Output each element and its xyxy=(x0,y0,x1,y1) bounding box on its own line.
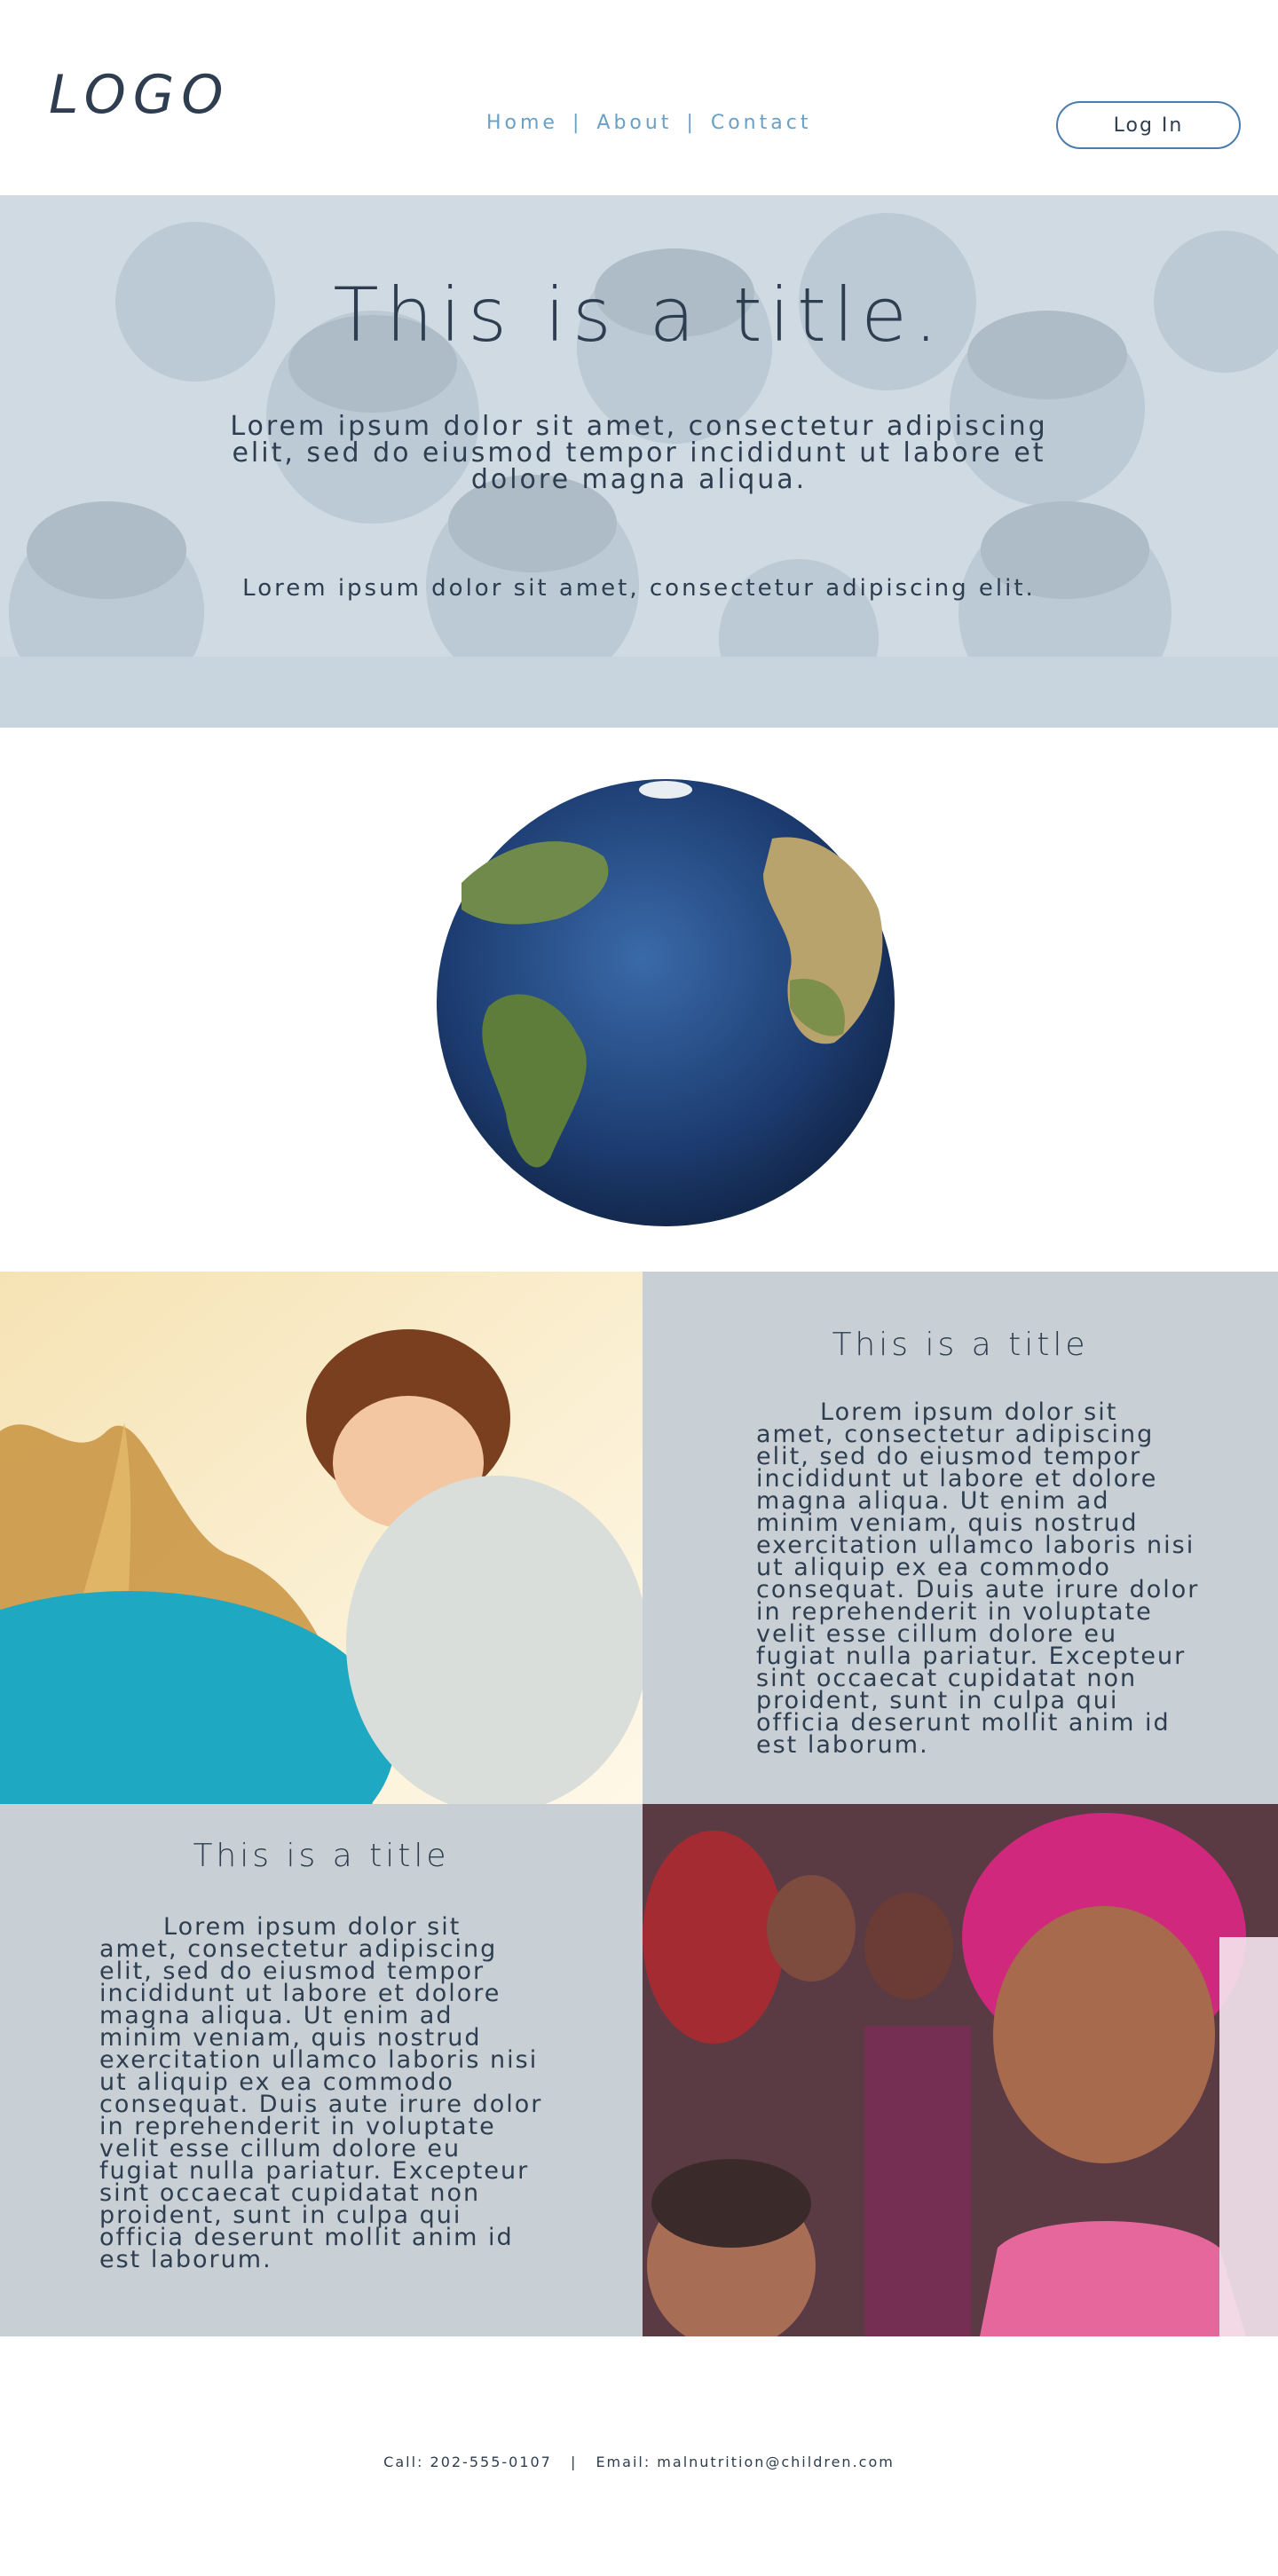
footer-email[interactable]: Email: malnutrition@children.com xyxy=(596,2454,894,2470)
feature-two-panel: This is a title Lorem ipsum dolor sit am… xyxy=(0,1804,643,2336)
nav-separator: | xyxy=(686,112,697,134)
footer-separator: | xyxy=(570,2454,578,2470)
boy-balloons-image xyxy=(0,1272,643,1804)
nav-contact-link[interactable]: Contact xyxy=(711,112,812,134)
site-footer: Call: 202-555-0107 | Email: malnutrition… xyxy=(0,2336,1278,2576)
hero-paragraph: Lorem ipsum dolor sit amet, consectetur … xyxy=(230,411,1048,495)
globe-section xyxy=(0,728,1278,1272)
logo[interactable]: LOGO xyxy=(49,64,231,126)
footer-contact: Call: 202-555-0107 | Email: malnutrition… xyxy=(0,2454,1278,2470)
girl-holi-image xyxy=(643,1804,1278,2336)
hero-subtitle: Lorem ipsum dolor sit amet, consectetur … xyxy=(242,575,1036,602)
feature-one-panel: This is a title Lorem ipsum dolor sit am… xyxy=(643,1272,1278,1804)
boy-balloons-photo xyxy=(0,1272,643,1804)
earth-globe-image xyxy=(437,779,895,1226)
feature-two-title: This is a title xyxy=(193,1838,450,1874)
nav-about-link[interactable]: About xyxy=(596,112,672,134)
feature-row-two: This is a title Lorem ipsum dolor sit am… xyxy=(0,1804,1278,2336)
main-nav: Home | About | Contact xyxy=(486,112,811,134)
feature-two-text: Lorem ipsum dolor sit amet, consectetur … xyxy=(99,1913,543,2273)
feature-one-text: Lorem ipsum dolor sit amet, consectetur … xyxy=(756,1398,1200,1759)
girl-holi-photo xyxy=(643,1804,1278,2336)
site-header: LOGO Home | About | Contact Log In xyxy=(0,0,1278,195)
nav-home-link[interactable]: Home xyxy=(486,112,558,134)
footer-phone[interactable]: Call: 202-555-0107 xyxy=(383,2454,552,2470)
hero-title: This is a title. xyxy=(333,272,945,358)
feature-row-one: This is a title Lorem ipsum dolor sit am… xyxy=(0,1272,1278,1804)
feature-one-title: This is a title xyxy=(832,1327,1089,1363)
hero-banner: This is a title. Lorem ipsum dolor sit a… xyxy=(0,195,1278,728)
login-button[interactable]: Log In xyxy=(1056,101,1241,149)
nav-separator: | xyxy=(572,112,583,134)
